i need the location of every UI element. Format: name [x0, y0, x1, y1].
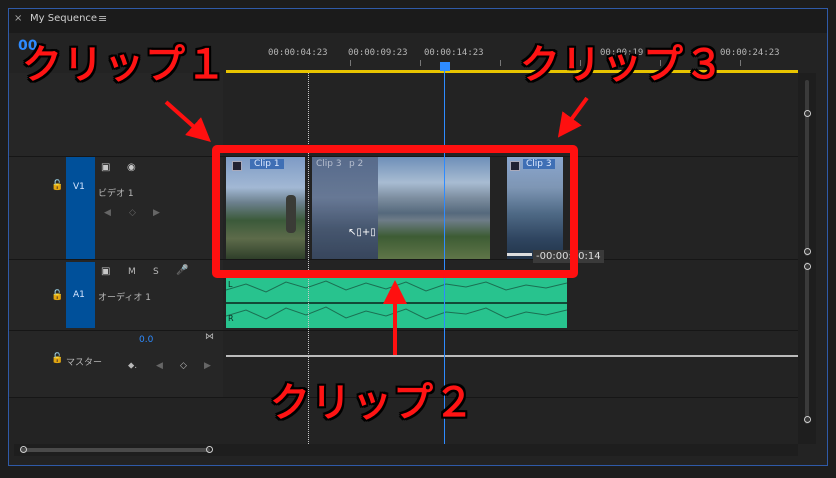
- callout-clip-3: クリップ３: [520, 42, 725, 88]
- arrow-clip-1: [164, 100, 211, 142]
- callout-clip-2: クリップ２: [270, 380, 475, 426]
- callout-clip-1: クリップ１: [22, 42, 227, 88]
- arrow-clip-3: [557, 96, 589, 138]
